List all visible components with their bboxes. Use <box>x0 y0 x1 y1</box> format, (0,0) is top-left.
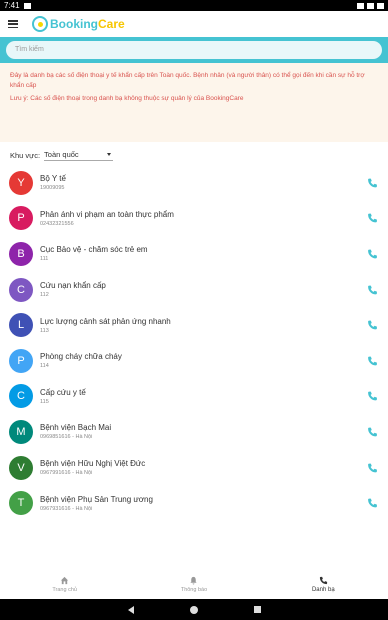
status-time: 7:41 <box>4 1 20 10</box>
call-phone-icon[interactable] <box>367 462 378 473</box>
contact-name: Cục Bảo vệ - chăm sóc trẻ em <box>40 245 148 255</box>
contact-name: Cứu nạn khẩn cấp <box>40 281 106 291</box>
brand-part2: Care <box>98 17 125 31</box>
contact-avatar: M <box>9 419 33 444</box>
contact-info: Lực lượng cảnh sát phản ứng nhanh 113 <box>40 316 378 335</box>
search-band: Tìm kiếm <box>0 37 388 63</box>
contact-row[interactable]: B Cục Bảo vệ - chăm sóc trẻ em 111 <box>9 236 378 272</box>
call-phone-icon[interactable] <box>367 391 378 402</box>
wifi-icon <box>357 2 364 9</box>
logo-mark-icon <box>32 16 48 32</box>
contact-info: Bệnh viện Hữu Nghị Việt Đức 0967991616 - … <box>40 458 378 477</box>
contact-avatar: B <box>9 241 33 266</box>
app-logo: BookingCare <box>32 16 125 32</box>
call-phone-icon[interactable] <box>367 498 378 509</box>
battery-icon <box>377 2 384 9</box>
call-phone-icon[interactable] <box>367 355 378 366</box>
contact-number: 0969851616 - Hà Nội <box>40 434 93 441</box>
bottom-nav: Trang chủ Thông báo Danh bạ <box>0 569 388 599</box>
recents-icon[interactable] <box>253 606 261 613</box>
contact-name: Bệnh viện Phụ Sản Trung ương <box>40 494 153 504</box>
contact-info: Bệnh viện Bạch Mai 0969851616 - Hà Nội <box>40 422 378 441</box>
bell-icon <box>190 576 198 584</box>
call-phone-icon[interactable] <box>367 213 378 224</box>
contact-number: 02432321556 <box>40 220 74 227</box>
contact-name: Lực lượng cảnh sát phản ứng nhanh <box>40 316 171 326</box>
contact-row[interactable]: P Phản ánh vi phạm an toàn thực phẩm 02432… <box>9 201 378 237</box>
region-value: Toàn quốc <box>44 150 79 159</box>
contact-row[interactable]: C Cứu nạn khẩn cấp 112 <box>9 272 378 308</box>
region-select[interactable]: Toàn quốc <box>44 150 114 161</box>
dropdown-caret-icon <box>107 153 112 156</box>
tab-home-label: Trang chủ <box>52 586 77 593</box>
signal-icon <box>367 2 374 9</box>
tab-directory-label: Danh bạ <box>311 586 335 593</box>
contact-list: Y Bộ Y tế 19009095 P Phản ánh vi phạm an toà… <box>0 165 388 521</box>
contact-number: 115 <box>40 398 49 405</box>
contact-info: Bệnh viện Phụ Sản Trung ương 0967931616 -… <box>40 494 378 513</box>
call-phone-icon[interactable] <box>367 177 378 188</box>
notification-icon <box>23 2 31 9</box>
tab-notifications[interactable]: Thông báo <box>129 569 258 599</box>
contact-row[interactable]: P Phòng cháy chữa cháy 114 <box>9 343 378 379</box>
contact-number: 19009095 <box>40 185 65 192</box>
contact-row[interactable]: T Bệnh viện Phụ Sản Trung ương 0967931616 … <box>9 485 378 521</box>
contact-number: 0967991616 - Hà Nội <box>40 470 93 477</box>
system-nav-bar <box>0 599 388 620</box>
notice-note: Lưu ý: Các số điện thoại trong danh bạ k… <box>10 95 244 102</box>
contact-avatar: L <box>9 313 33 338</box>
contact-name: Phòng cháy chữa cháy <box>40 352 122 362</box>
contact-name: Bệnh viện Bạch Mai <box>40 423 112 433</box>
phone-icon <box>319 576 327 584</box>
contact-avatar: V <box>9 455 33 480</box>
contact-info: Cục Bảo vệ - chăm sóc trẻ em 111 <box>40 244 378 263</box>
tab-directory[interactable]: Danh bạ <box>259 569 388 599</box>
contact-avatar: Y <box>9 170 33 195</box>
contact-number: 0967931616 - Hà Nội <box>40 505 93 512</box>
contact-info: Phản ánh vi phạm an toàn thực phẩm 024323… <box>40 209 378 228</box>
contact-number: 114 <box>40 363 49 370</box>
call-phone-icon[interactable] <box>367 248 378 259</box>
region-label: Khu vực: <box>10 151 41 160</box>
contact-row[interactable]: L Lực lượng cảnh sát phản ứng nhanh 113 <box>9 307 378 343</box>
menu-icon[interactable] <box>8 20 18 28</box>
call-phone-icon[interactable] <box>367 320 378 331</box>
contact-row[interactable]: Y Bộ Y tế 19009095 <box>9 165 378 201</box>
app-bar: BookingCare <box>0 11 388 37</box>
contact-name: Bộ Y tế <box>40 174 66 184</box>
notice-box: Đây là danh bạ các số điện thoại y tế kh… <box>0 63 388 142</box>
notice-text: Đây là danh bạ các số điện thoại y tế kh… <box>10 72 365 89</box>
tab-notifications-label: Thông báo <box>180 586 208 593</box>
brand-part1: Booking <box>50 17 98 31</box>
contact-number: 113 <box>40 327 49 334</box>
contact-row[interactable]: M Bệnh viện Bạch Mai 0969851616 - Hà Nội <box>9 414 378 450</box>
contact-avatar: C <box>9 277 33 302</box>
contact-info: Cứu nạn khẩn cấp 112 <box>40 280 378 299</box>
contact-number: 112 <box>40 292 49 299</box>
contact-info: Phòng cháy chữa cháy 114 <box>40 351 378 370</box>
contact-avatar: P <box>9 348 33 373</box>
contact-avatar: P <box>9 206 33 231</box>
contact-row[interactable]: C Cấp cứu y tế 115 <box>9 379 378 415</box>
status-bar: 7:41 <box>0 0 388 11</box>
call-phone-icon[interactable] <box>367 426 378 437</box>
contact-row[interactable]: V Bệnh viện Hữu Nghị Việt Đức 0967991616 -… <box>9 450 378 486</box>
contact-name: Cấp cứu y tế <box>40 387 86 397</box>
home-icon <box>61 576 69 584</box>
contact-avatar: T <box>9 491 33 516</box>
contact-number: 111 <box>40 256 49 263</box>
home-button-icon[interactable] <box>189 605 198 614</box>
tab-home[interactable]: Trang chủ <box>0 569 129 599</box>
contact-avatar: C <box>9 384 33 409</box>
contact-name: Bệnh viện Hữu Nghị Việt Đức <box>40 459 146 469</box>
contact-info: Cấp cứu y tế 115 <box>40 387 378 406</box>
back-icon[interactable] <box>127 605 134 614</box>
region-filter: Khu vực: Toàn quốc <box>0 142 388 165</box>
contact-name: Phản ánh vi phạm an toàn thực phẩm <box>40 209 174 219</box>
call-phone-icon[interactable] <box>367 284 378 295</box>
contact-info: Bộ Y tế 19009095 <box>40 173 378 192</box>
search-input[interactable]: Tìm kiếm <box>6 41 382 59</box>
